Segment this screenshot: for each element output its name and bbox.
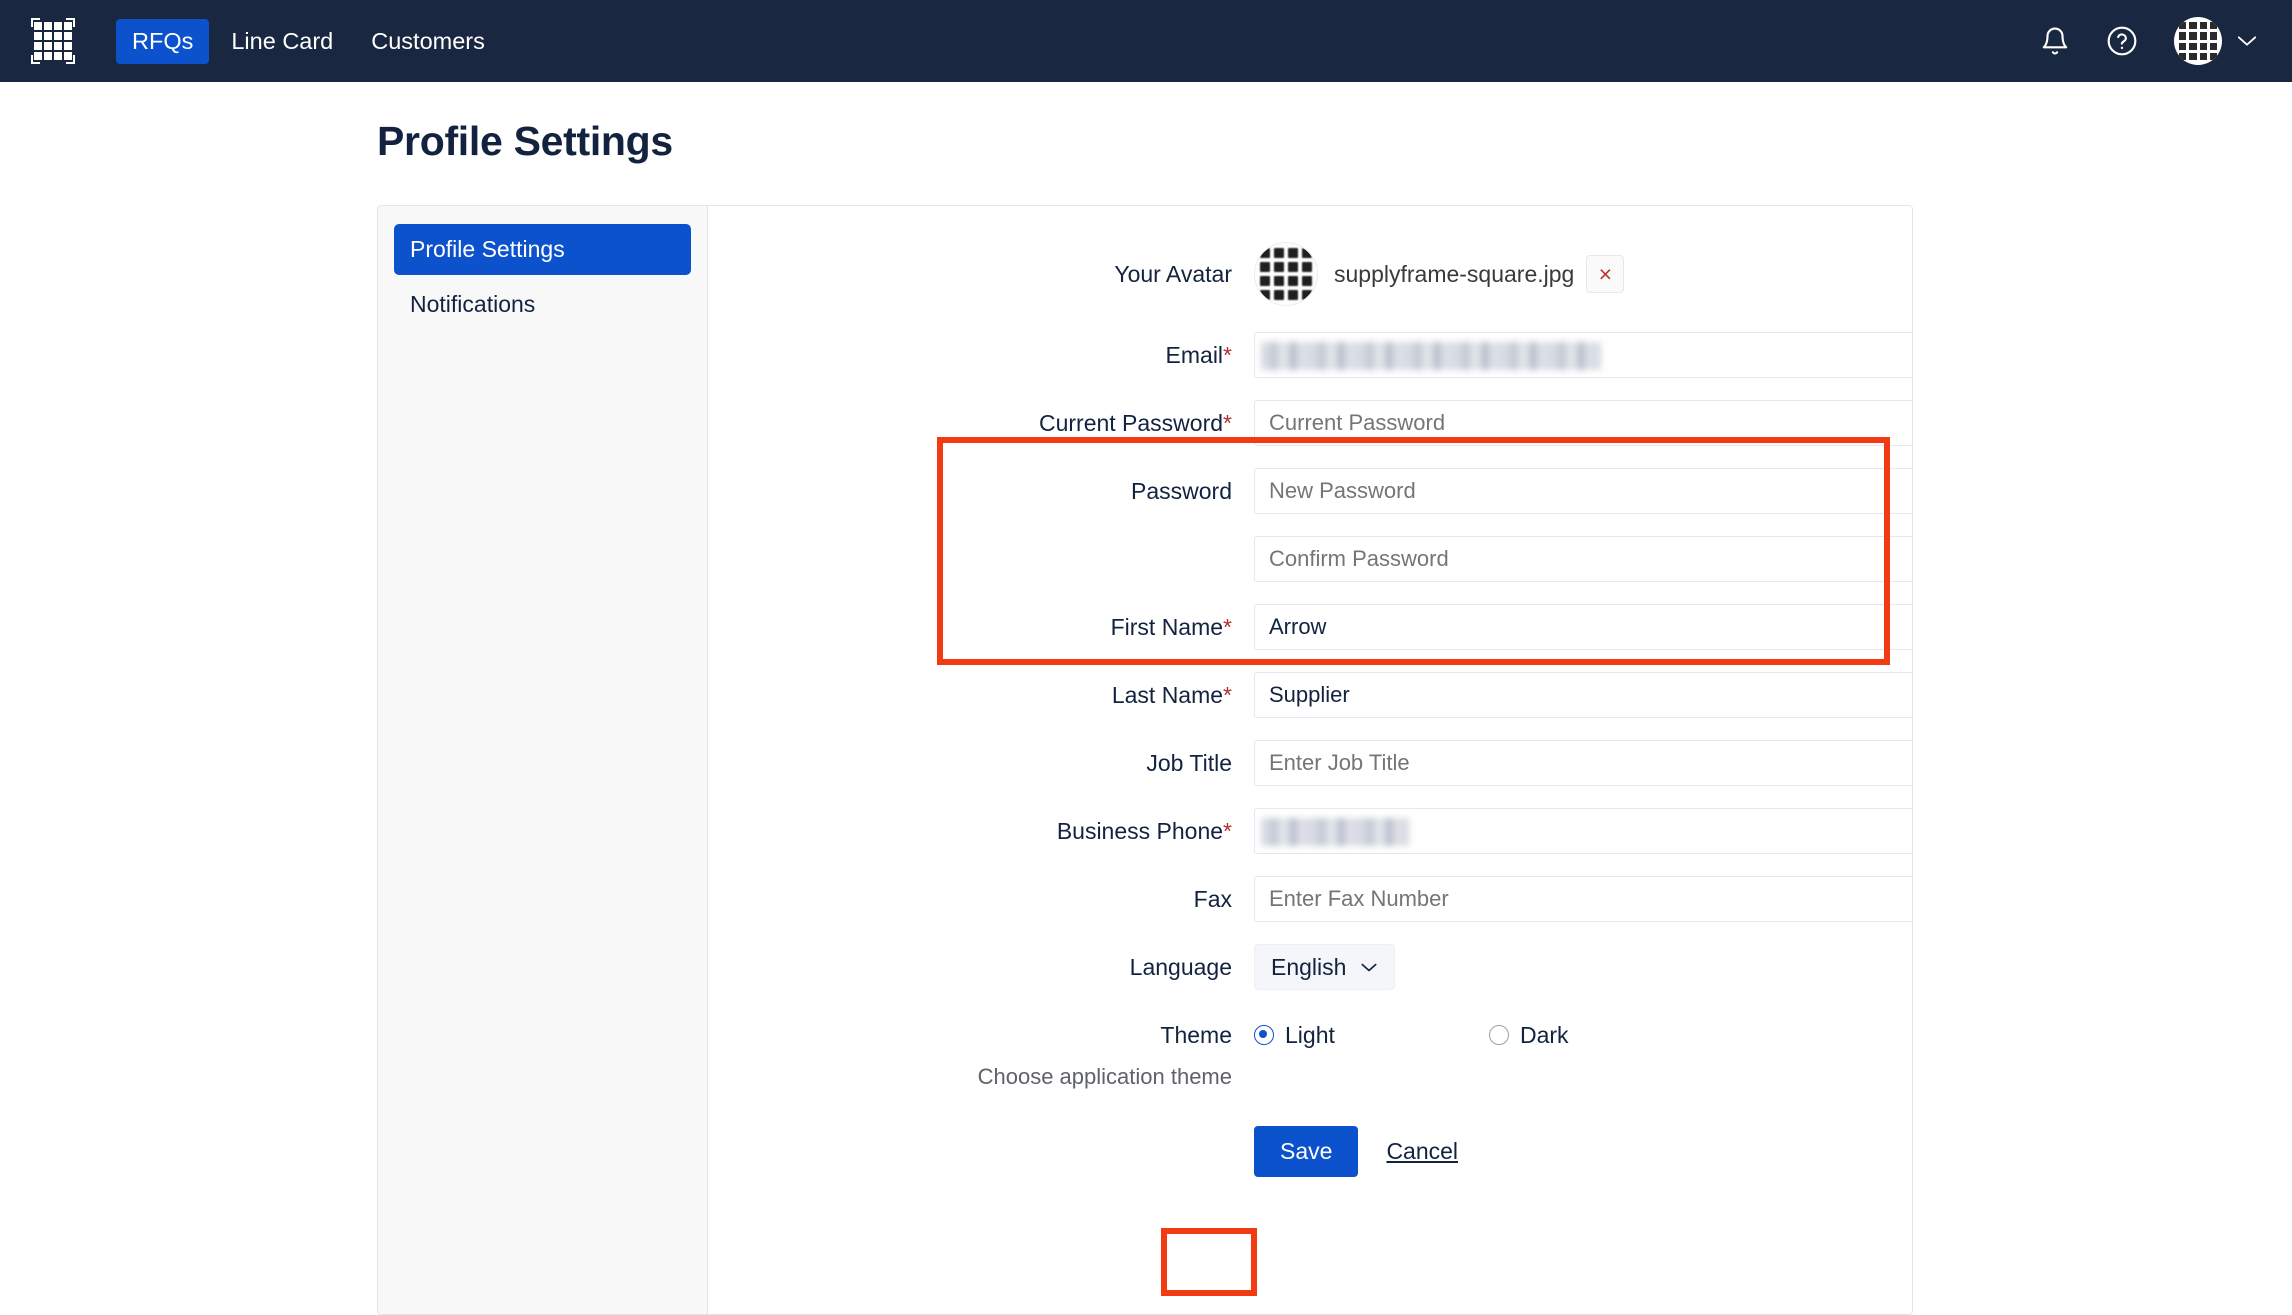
remove-avatar-button[interactable]: × — [1586, 255, 1625, 293]
fax-input[interactable] — [1254, 876, 1912, 922]
current-password-row: Current Password* — [708, 400, 1912, 446]
logo-corner-bottom-right — [66, 55, 75, 64]
language-select[interactable]: English — [1254, 944, 1396, 990]
business-phone-label-text: Business Phone — [1056, 818, 1224, 844]
sidebar-item-notifications[interactable]: Notifications — [394, 279, 691, 330]
supplyframe-grid-logo[interactable] — [28, 16, 78, 66]
first-name-required-marker: * — [1223, 614, 1232, 640]
primary-nav-links: RFQs Line Card Customers — [116, 18, 501, 64]
nav-right-actions — [2040, 17, 2258, 65]
email-required-marker: * — [1223, 342, 1232, 368]
first-name-row: First Name* — [708, 604, 1912, 650]
current-password-label-text: Current Password — [1038, 410, 1224, 436]
theme-helper-text: Choose application theme — [977, 1064, 1232, 1089]
theme-row: Theme Light Dark — [708, 1012, 1912, 1058]
theme-label: Theme — [1160, 1022, 1232, 1048]
language-selected-value: English — [1271, 953, 1347, 980]
job-title-label: Job Title — [1146, 750, 1232, 776]
fax-row: Fax — [708, 876, 1912, 922]
theme-option-dark[interactable]: Dark — [1489, 1012, 1569, 1058]
chevron-down-icon — [2237, 36, 2257, 46]
settings-panel: Profile Settings Notifications Your Avat… — [377, 205, 1913, 1315]
user-avatar-grid — [2174, 17, 2222, 65]
language-label: Language — [1129, 954, 1232, 980]
first-name-label: First Name* — [708, 604, 1254, 650]
last-name-label: Last Name* — [708, 672, 1254, 718]
theme-option-light[interactable]: Light — [1254, 1012, 1489, 1058]
last-name-label-text: Last Name — [1111, 682, 1224, 708]
password-label: Password — [1131, 478, 1232, 504]
email-redaction-mask — [1261, 342, 1601, 370]
email-row: Email* — [708, 332, 1912, 378]
avatar-label: Your Avatar — [1114, 261, 1232, 287]
job-title-input[interactable] — [1254, 740, 1912, 786]
email-label: Email* — [708, 332, 1254, 378]
new-password-input[interactable] — [1254, 468, 1912, 514]
settings-sidebar: Profile Settings Notifications — [378, 206, 708, 1314]
bell-icon[interactable] — [2040, 25, 2070, 57]
email-field[interactable] — [1254, 332, 1912, 378]
first-name-input[interactable] — [1254, 604, 1912, 650]
nav-item-customers[interactable]: Customers — [355, 19, 501, 64]
email-label-text: Email — [1165, 342, 1224, 368]
chevron-down-icon — [1361, 963, 1378, 971]
job-title-row: Job Title — [708, 740, 1912, 786]
language-row: Language English — [708, 944, 1912, 990]
business-phone-row: Business Phone* — [708, 808, 1912, 854]
theme-radio-group: Light Dark — [1254, 1012, 1569, 1058]
avatar-row: Your Avatar supplyframe-square.jpg × — [708, 242, 1912, 306]
logo-corner-top-left — [31, 18, 40, 27]
avatar[interactable] — [1254, 242, 1318, 306]
logo-corner-top-right — [66, 18, 75, 27]
first-name-label-text: First Name — [1110, 614, 1224, 640]
confirm-password-row — [708, 536, 1912, 582]
business-phone-field[interactable] — [1254, 808, 1912, 854]
nav-item-line-card[interactable]: Line Card — [215, 19, 349, 64]
last-name-input[interactable] — [1254, 672, 1912, 718]
sidebar-item-profile-settings[interactable]: Profile Settings — [394, 224, 691, 275]
current-password-input[interactable] — [1254, 400, 1912, 446]
business-phone-required-marker: * — [1223, 818, 1232, 844]
password-row: Password — [708, 468, 1912, 514]
business-phone-redaction-mask — [1261, 818, 1409, 846]
theme-option-light-label: Light — [1285, 1022, 1335, 1048]
current-password-label: Current Password* — [708, 400, 1254, 446]
form-actions: Save Cancel — [708, 1126, 1912, 1177]
cancel-link[interactable]: Cancel — [1386, 1138, 1458, 1165]
last-name-required-marker: * — [1223, 682, 1232, 708]
top-navigation-bar: RFQs Line Card Customers — [0, 0, 2292, 82]
theme-option-dark-label: Dark — [1520, 1022, 1569, 1048]
question-circle-icon[interactable] — [2106, 25, 2138, 57]
confirm-password-input[interactable] — [1254, 536, 1912, 582]
profile-settings-form: Your Avatar supplyframe-square.jpg × Ema… — [708, 206, 1912, 1314]
radio-dark-icon — [1489, 1025, 1509, 1045]
page-title: Profile Settings — [377, 118, 673, 164]
logo-corner-bottom-left — [31, 55, 40, 64]
user-menu-button[interactable] — [2174, 17, 2258, 65]
business-phone-label: Business Phone* — [708, 808, 1254, 854]
save-button[interactable]: Save — [1254, 1126, 1359, 1177]
nav-item-rfqs[interactable]: RFQs — [116, 18, 210, 64]
current-password-required-marker: * — [1223, 410, 1232, 436]
radio-light-icon — [1254, 1025, 1274, 1045]
fax-label: Fax — [1193, 886, 1232, 912]
avatar-filename: supplyframe-square.jpg — [1334, 260, 1575, 287]
last-name-row: Last Name* — [708, 672, 1912, 718]
